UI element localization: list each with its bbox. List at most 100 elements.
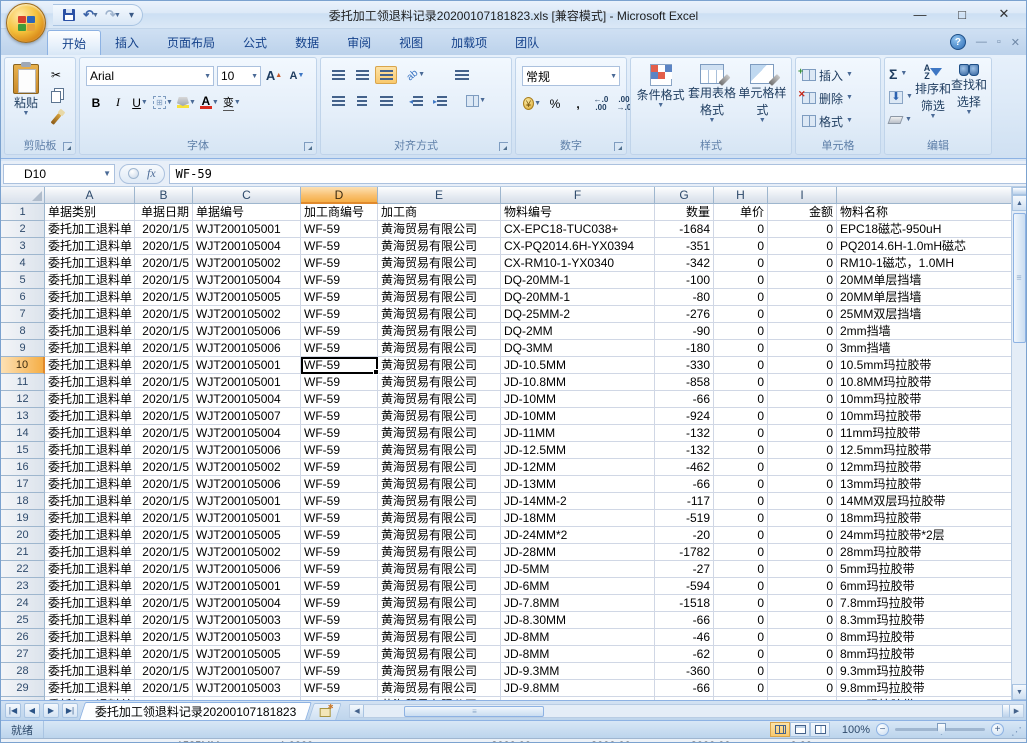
cell[interactable]: 18mm玛拉胶带	[837, 510, 1013, 527]
cell[interactable]: 黄海贸易有限公司	[378, 425, 501, 442]
cell[interactable]: WJT200105001	[193, 357, 301, 374]
cell[interactable]: 0	[714, 612, 768, 629]
cell[interactable]: -858	[655, 374, 714, 391]
cell[interactable]: 2020/1/5	[135, 646, 193, 663]
cell[interactable]: WJT200105005	[193, 527, 301, 544]
cell[interactable]: WJT200105001	[193, 493, 301, 510]
doc-minimize-button[interactable]: —	[976, 36, 987, 48]
cell[interactable]: 2020/1/5	[135, 357, 193, 374]
cell[interactable]: WF-59	[301, 221, 378, 238]
cell[interactable]: JD-10.8MM	[501, 374, 655, 391]
wrap-text-button[interactable]	[451, 66, 473, 84]
cell[interactable]: 委托加工退料单	[45, 323, 135, 340]
cell[interactable]: -20	[655, 527, 714, 544]
cell[interactable]: 委托加工退料单	[45, 629, 135, 646]
increase-indent-button[interactable]: ▸	[429, 92, 451, 110]
cell[interactable]: WF-59	[301, 510, 378, 527]
cell[interactable]: WJT200105002	[193, 306, 301, 323]
cell[interactable]: 0	[768, 255, 837, 272]
cell[interactable]: 委托加工退料单	[45, 663, 135, 680]
cell[interactable]: -1684	[655, 221, 714, 238]
cell[interactable]: DQ-2MM	[501, 323, 655, 340]
font-size-combo[interactable]: 10▼	[217, 66, 261, 86]
cell[interactable]: 0	[768, 374, 837, 391]
cell[interactable]: JD-12.5MM	[501, 442, 655, 459]
cell[interactable]: 委托加工退料单	[45, 459, 135, 476]
cell[interactable]: JD-11MM	[501, 425, 655, 442]
cell[interactable]: 2020/1/5	[135, 425, 193, 442]
first-sheet-button[interactable]: |◀	[5, 703, 21, 718]
column-header-D[interactable]: D	[301, 187, 378, 204]
cell[interactable]: -90	[655, 323, 714, 340]
page-layout-view-button[interactable]	[790, 722, 810, 737]
cell[interactable]: -62	[655, 646, 714, 663]
cell[interactable]: WF-59	[301, 493, 378, 510]
cell[interactable]: 8.3mm玛拉胶带	[837, 612, 1013, 629]
column-header-E[interactable]: E	[378, 187, 501, 204]
cell[interactable]: 0	[714, 646, 768, 663]
row-header-14[interactable]: 14	[1, 425, 45, 442]
sort-filter-button[interactable]: AZ 排序和筛选▼	[915, 64, 951, 130]
cell[interactable]: WF-59	[301, 306, 378, 323]
cell[interactable]: WF-59	[301, 680, 378, 697]
cell[interactable]: WJT200105005	[193, 289, 301, 306]
horizontal-scrollbar[interactable]: ◀ ≡ ▶	[349, 704, 1024, 718]
insert-function-button[interactable]: fx	[147, 166, 156, 181]
ribbon-tab-团队[interactable]: 团队	[501, 30, 553, 55]
cell[interactable]: CX-RM10-1-YX0340	[501, 255, 655, 272]
row-header-24[interactable]: 24	[1, 595, 45, 612]
formula-input[interactable]: WF-59	[169, 164, 1026, 184]
cell[interactable]: 黄海贸易有限公司	[378, 612, 501, 629]
cell[interactable]: WF-59	[301, 374, 378, 391]
cell[interactable]: 黄海贸易有限公司	[378, 323, 501, 340]
row-header-17[interactable]: 17	[1, 476, 45, 493]
cell[interactable]: -330	[655, 357, 714, 374]
cell[interactable]: 10mm玛拉胶带	[837, 408, 1013, 425]
align-left-button[interactable]	[327, 92, 349, 110]
cell[interactable]: 委托加工退料单	[45, 527, 135, 544]
cell[interactable]: 24mm玛拉胶带*2层	[837, 527, 1013, 544]
cell[interactable]: 20MM单层挡墙	[837, 289, 1013, 306]
cell[interactable]: 0	[714, 391, 768, 408]
cell[interactable]: 黄海贸易有限公司	[378, 374, 501, 391]
horizontal-scroll-thumb[interactable]: ≡	[404, 706, 544, 717]
cell[interactable]: 0	[714, 357, 768, 374]
cell[interactable]: 委托加工退料单	[45, 272, 135, 289]
select-all-button[interactable]	[1, 187, 45, 204]
cell[interactable]: 0	[714, 629, 768, 646]
cell[interactable]: WF-59	[301, 238, 378, 255]
cell[interactable]: 2020/1/5	[135, 340, 193, 357]
cell[interactable]: 0	[714, 527, 768, 544]
column-header-H[interactable]: H	[714, 187, 768, 204]
cell[interactable]: 黄海贸易有限公司	[378, 595, 501, 612]
cell[interactable]: 2020/1/5	[135, 544, 193, 561]
cell[interactable]: 金额	[768, 204, 837, 221]
row-header-1[interactable]: 1	[1, 204, 45, 221]
cell[interactable]: 0	[768, 323, 837, 340]
cell[interactable]: 2020/1/5	[135, 612, 193, 629]
zoom-in-button[interactable]: +	[991, 723, 1004, 736]
scroll-down-button[interactable]: ▼	[1012, 684, 1027, 700]
cell[interactable]: -1518	[655, 595, 714, 612]
copy-button[interactable]	[45, 88, 67, 106]
cell[interactable]: -66	[655, 476, 714, 493]
cell[interactable]: WF-59	[301, 408, 378, 425]
cell[interactable]: WJT200105004	[193, 425, 301, 442]
row-header-2[interactable]: 2	[1, 221, 45, 238]
cell[interactable]: 2020/1/5	[135, 510, 193, 527]
cell[interactable]: WJT200105002	[193, 544, 301, 561]
column-header-A[interactable]: A	[45, 187, 135, 204]
cell[interactable]: 委托加工退料单	[45, 561, 135, 578]
maximize-button[interactable]: □	[948, 5, 976, 23]
cell[interactable]: 物料编号	[501, 204, 655, 221]
cell[interactable]: 0	[714, 340, 768, 357]
cell[interactable]: 委托加工退料单	[45, 357, 135, 374]
cell[interactable]: 委托加工退料单	[45, 646, 135, 663]
cell[interactable]: 2020/1/5	[135, 629, 193, 646]
row-header-28[interactable]: 28	[1, 663, 45, 680]
ribbon-tab-视图[interactable]: 视图	[385, 30, 437, 55]
cut-button[interactable]: ✂	[45, 66, 67, 84]
cell[interactable]: 14MM双层玛拉胶带	[837, 493, 1013, 510]
cell[interactable]: 0	[714, 323, 768, 340]
conditional-formatting-button[interactable]: 条件格式▼	[635, 64, 686, 124]
